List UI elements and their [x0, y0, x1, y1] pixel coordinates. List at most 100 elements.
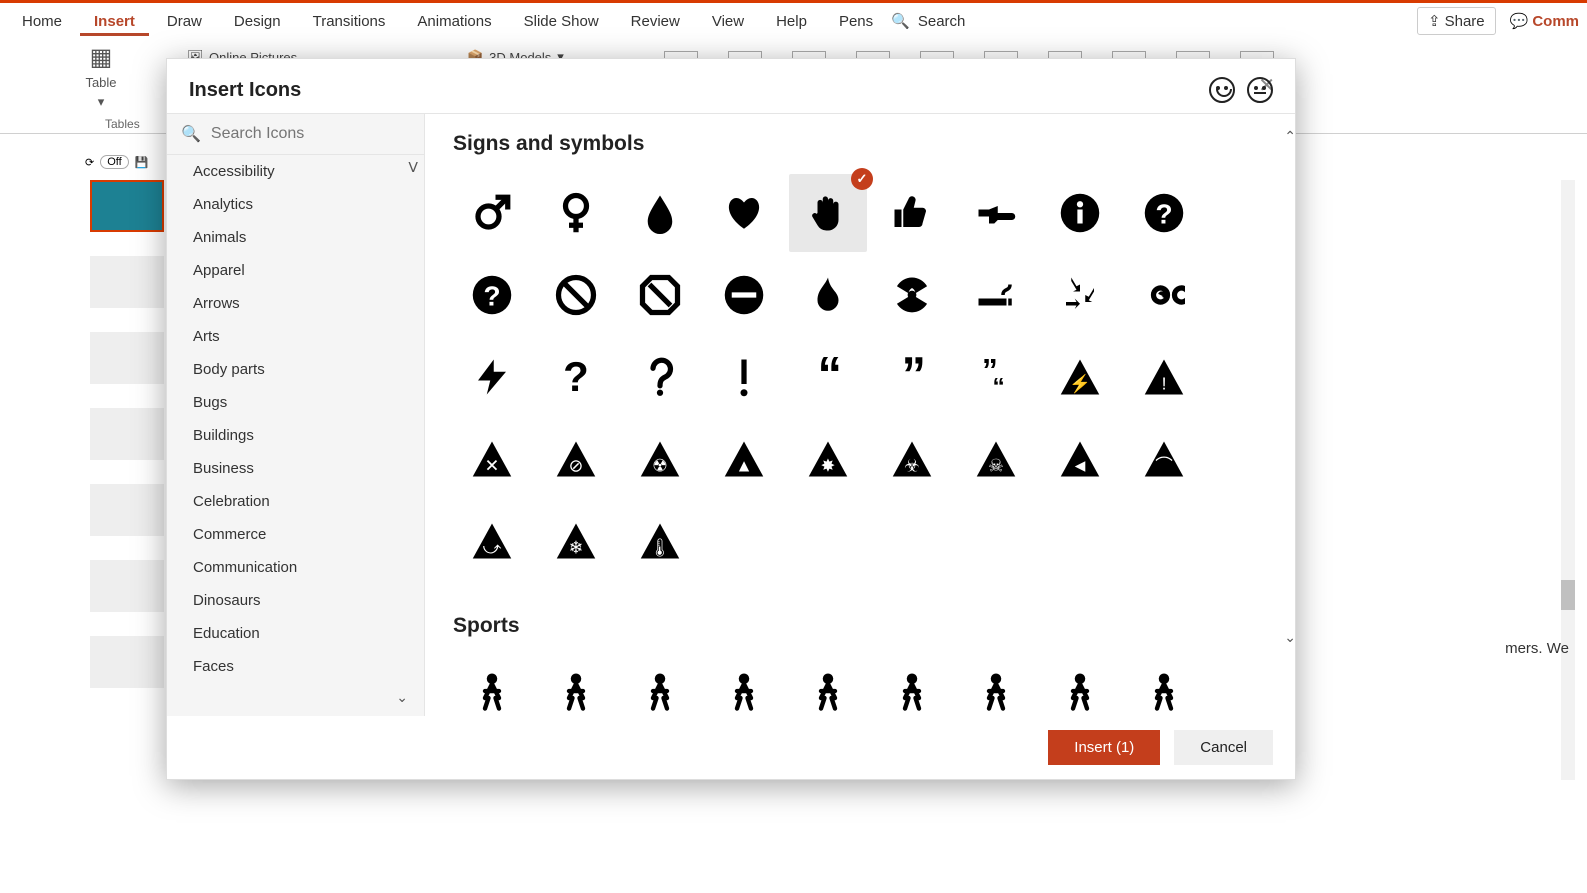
icon-female-symbol[interactable]: [537, 174, 615, 252]
icon-heart[interactable]: [705, 174, 783, 252]
icon-point-right[interactable]: [957, 174, 1035, 252]
slide-thumbnail-1[interactable]: [90, 180, 164, 232]
panel-scroll-down[interactable]: ⌄: [1284, 629, 1295, 646]
category-celebration[interactable]: Celebration: [167, 485, 424, 518]
icon-quote-close[interactable]: ”: [873, 338, 951, 416]
category-faces[interactable]: Faces: [167, 650, 424, 683]
tab-slideshow[interactable]: Slide Show: [510, 7, 613, 36]
icon-tri-skull[interactable]: ☠: [957, 420, 1035, 498]
scroll-up-icon[interactable]: ᐯ: [408, 159, 418, 176]
icon-cycling[interactable]: [789, 652, 867, 716]
tab-view[interactable]: View: [698, 7, 758, 36]
category-arrows[interactable]: Arrows: [167, 287, 424, 320]
share-button[interactable]: ⇪ Share: [1417, 7, 1496, 35]
icon-hiking[interactable]: [1125, 652, 1203, 716]
icon-thumbs-up[interactable]: [873, 174, 951, 252]
icon-tri-slip[interactable]: ⤻: [453, 502, 531, 580]
slide-thumbnail-5[interactable]: [90, 484, 164, 536]
save-icon[interactable]: 💾: [135, 156, 149, 169]
icon-warn-exclaim[interactable]: !: [1125, 338, 1203, 416]
category-apparel[interactable]: Apparel: [167, 254, 424, 287]
icon-tri-frost[interactable]: ❄: [537, 502, 615, 580]
category-dinosaurs[interactable]: Dinosaurs: [167, 584, 424, 617]
icon-recycle[interactable]: [1041, 256, 1119, 334]
icon-no-entry-octagon[interactable]: [621, 256, 699, 334]
icon-tri-temp[interactable]: 🌡: [621, 502, 699, 580]
icon-tri-camera[interactable]: ◄: [1041, 420, 1119, 498]
icon-tri-nosmoking[interactable]: ⊘: [537, 420, 615, 498]
auto-save-icon[interactable]: ⟳: [85, 156, 94, 169]
feedback-neutral-icon[interactable]: [1247, 77, 1273, 103]
icon-tri-biohazard[interactable]: ☣: [873, 420, 951, 498]
icon-exclamation[interactable]: [705, 338, 783, 416]
icon-tri-fire[interactable]: ▲: [705, 420, 783, 498]
icon-tennis[interactable]: [705, 652, 783, 716]
table-dropdown[interactable]: ▦ Table ▾: [85, 43, 117, 110]
icon-swimming[interactable]: [957, 652, 1035, 716]
scroll-down-icon[interactable]: ⌄: [396, 689, 408, 706]
slide-thumbnail-4[interactable]: [90, 408, 164, 460]
icon-radiation[interactable]: [873, 256, 951, 334]
icon-skiing[interactable]: [873, 652, 951, 716]
tab-design[interactable]: Design: [220, 7, 295, 36]
icon-infinity[interactable]: [1125, 256, 1203, 334]
tab-review[interactable]: Review: [617, 7, 694, 36]
document-scrollbar[interactable]: [1561, 180, 1575, 780]
feedback-happy-icon[interactable]: [1209, 77, 1235, 103]
icon-tri-explosion[interactable]: ✸: [789, 420, 867, 498]
category-bugs[interactable]: Bugs: [167, 386, 424, 419]
icon-no-entry[interactable]: [537, 256, 615, 334]
category-communication[interactable]: Communication: [167, 551, 424, 584]
category-buildings[interactable]: Buildings: [167, 419, 424, 452]
icon-tri-radiation[interactable]: ☢: [621, 420, 699, 498]
tab-pens[interactable]: Pens: [825, 7, 887, 36]
icon-drop[interactable]: [621, 174, 699, 252]
category-commerce[interactable]: Commerce: [167, 518, 424, 551]
icon-soccer[interactable]: [621, 652, 699, 716]
category-body-parts[interactable]: Body parts: [167, 353, 424, 386]
icon-question-circle[interactable]: ?: [1125, 174, 1203, 252]
panel-scroll-up[interactable]: ⌃: [1284, 128, 1295, 145]
icon-tri-bump[interactable]: ⌒: [1125, 420, 1203, 498]
icon-question-filled[interactable]: ?: [453, 256, 531, 334]
autosave-toggle[interactable]: Off: [100, 155, 128, 169]
search-icons-input[interactable]: [211, 125, 391, 143]
tab-home[interactable]: Home: [8, 7, 76, 36]
icon-running[interactable]: [537, 652, 615, 716]
category-education[interactable]: Education: [167, 617, 424, 650]
tell-me-search[interactable]: 🔍 Search: [891, 12, 965, 30]
icon-question-mark[interactable]: ?: [537, 338, 615, 416]
icon-quote-open[interactable]: “: [789, 338, 867, 416]
icon-male-symbol[interactable]: [453, 174, 531, 252]
slide-thumbnail-6[interactable]: [90, 560, 164, 612]
category-list[interactable]: ᐯ AccessibilityAnalyticsAnimalsApparelAr…: [167, 155, 424, 691]
icon-question-hook[interactable]: [621, 338, 699, 416]
icon-quote-smart[interactable]: ”“: [957, 338, 1035, 416]
icon-warn-voltage[interactable]: ⚡: [1041, 338, 1119, 416]
tab-draw[interactable]: Draw: [153, 7, 216, 36]
icon-bolt[interactable]: [453, 338, 531, 416]
comments-button[interactable]: 💬 Comm: [1510, 12, 1579, 30]
slide-thumbnail-7[interactable]: [90, 636, 164, 688]
cancel-button[interactable]: Cancel: [1174, 730, 1273, 765]
icon-tri-x[interactable]: ✕: [453, 420, 531, 498]
category-accessibility[interactable]: Accessibility: [167, 155, 424, 188]
icon-smoking[interactable]: [957, 256, 1035, 334]
slide-thumbnail-3[interactable]: [90, 332, 164, 384]
tab-animations[interactable]: Animations: [403, 7, 505, 36]
icon-golfing[interactable]: [1041, 652, 1119, 716]
icon-minus-circle[interactable]: [705, 256, 783, 334]
insert-button[interactable]: Insert (1): [1048, 730, 1160, 765]
tab-insert[interactable]: Insert: [80, 7, 149, 36]
icon-info-circle[interactable]: [1041, 174, 1119, 252]
category-business[interactable]: Business: [167, 452, 424, 485]
category-arts[interactable]: Arts: [167, 320, 424, 353]
slide-thumbnail-2[interactable]: [90, 256, 164, 308]
tab-help[interactable]: Help: [762, 7, 821, 36]
icon-hand-stop[interactable]: [789, 174, 867, 252]
category-animals[interactable]: Animals: [167, 221, 424, 254]
tab-transitions[interactable]: Transitions: [299, 7, 400, 36]
icon-baseball[interactable]: [453, 652, 531, 716]
category-analytics[interactable]: Analytics: [167, 188, 424, 221]
icon-flame[interactable]: [789, 256, 867, 334]
